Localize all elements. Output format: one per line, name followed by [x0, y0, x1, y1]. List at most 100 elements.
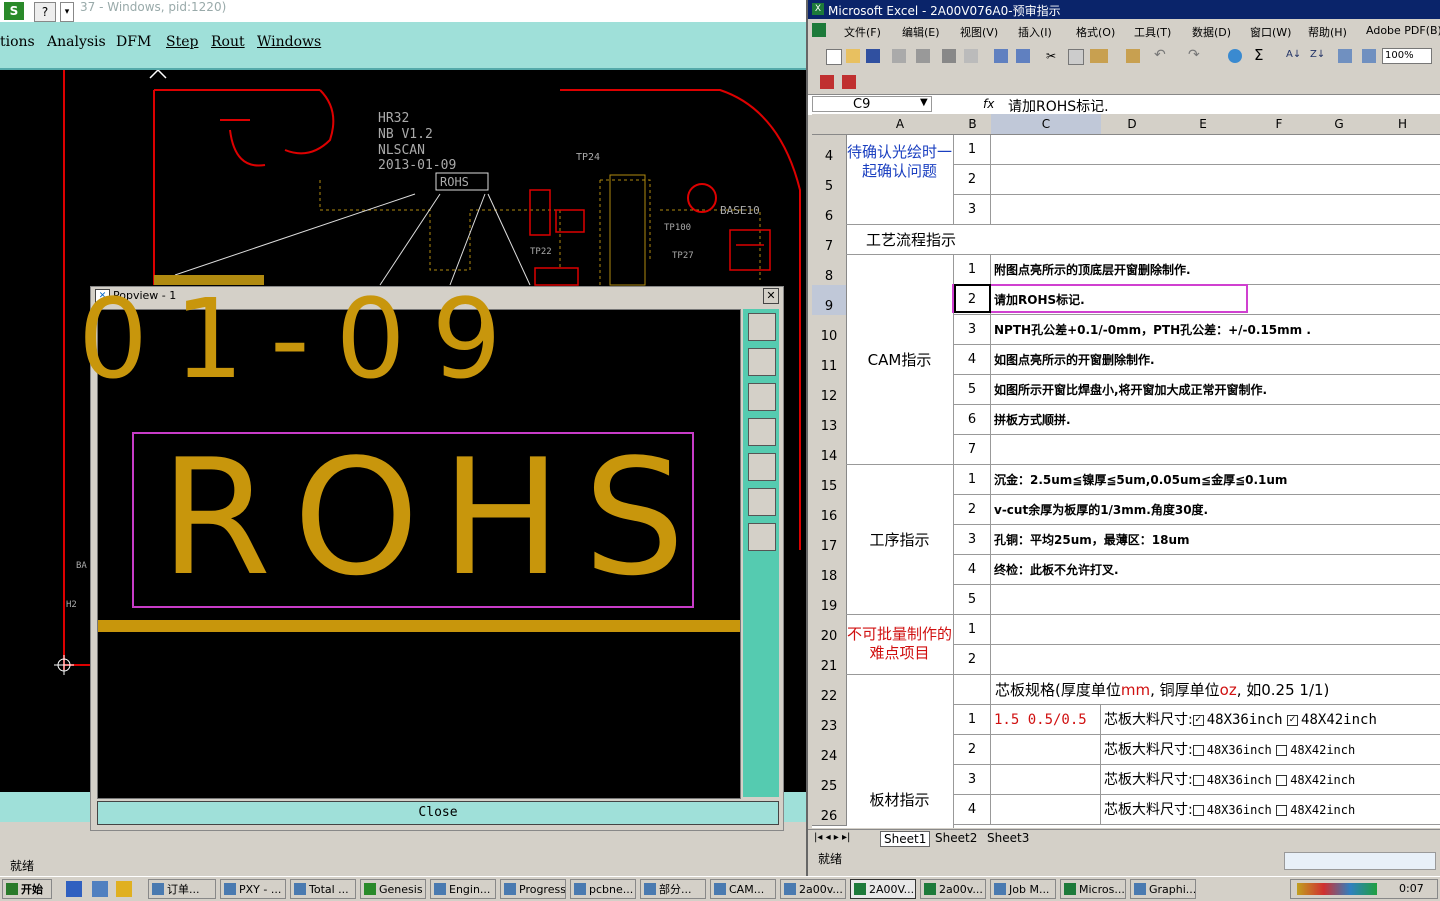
ime-toolbar[interactable] — [1284, 852, 1436, 870]
popview-close-button[interactable]: Close — [97, 801, 779, 825]
cell-num[interactable]: 1 — [954, 465, 991, 495]
col-header-f[interactable]: F — [1243, 114, 1316, 135]
genesis-app-icon[interactable]: S — [4, 2, 24, 20]
cam-item[interactable] — [991, 435, 1440, 465]
row-header[interactable]: 9 — [812, 285, 847, 316]
row-header[interactable]: 10 — [812, 315, 847, 346]
quicklaunch-icon[interactable] — [116, 881, 132, 897]
row-header[interactable]: 24 — [812, 735, 847, 766]
col-header-c[interactable]: C — [991, 114, 1102, 135]
taskbar-item[interactable]: Job M... — [990, 879, 1056, 899]
menu-format[interactable]: 格式(O) — [1076, 24, 1115, 40]
menu-file[interactable]: 文件(F) — [844, 24, 881, 40]
col-header-h[interactable]: H — [1363, 114, 1440, 135]
tab-sheet3[interactable]: Sheet3 — [984, 831, 1032, 845]
core-spec-header[interactable]: 芯板规格(厚度单位mm, 铜厚单位oz, 如0.25 1/1) — [991, 675, 1440, 705]
format-painter-icon[interactable] — [1126, 49, 1140, 63]
cell-num[interactable]: 2 — [954, 735, 991, 765]
pan-left-icon[interactable] — [748, 418, 776, 446]
cam-item[interactable]: 附图点亮所示的顶底层开窗删除制作. — [991, 255, 1440, 285]
excel-doc-icon[interactable] — [812, 23, 826, 37]
cell[interactable] — [991, 165, 1440, 195]
help-icon[interactable]: ? — [34, 2, 56, 22]
taskbar-item[interactable]: Engin... — [430, 879, 496, 899]
cell-num[interactable]: 2 — [954, 165, 991, 195]
tray-icons[interactable] — [1297, 883, 1377, 895]
taskbar-item[interactable]: Total ... — [290, 879, 356, 899]
cell-num[interactable]: 4 — [954, 345, 991, 375]
col-header-e[interactable]: E — [1163, 114, 1244, 135]
section-process[interactable]: 工艺流程指示 — [846, 225, 1440, 255]
close-icon[interactable]: ✕ — [763, 288, 779, 304]
excel-titlebar[interactable]: X Microsoft Excel - 2A00V076A0-预审指示 — [808, 0, 1440, 19]
section-cam[interactable]: CAM指示 — [846, 255, 954, 465]
sort-descending-icon[interactable]: Z↓ — [1310, 49, 1325, 63]
menu-item-options[interactable]: tions — [0, 34, 35, 50]
menu-item-windows[interactable]: Windows — [257, 34, 321, 50]
core-size-row[interactable]: 芯板大料尺寸: 48X36inch 48X42inch — [1101, 735, 1440, 765]
row-header[interactable]: 5 — [812, 165, 847, 196]
core-size-row[interactable]: 芯板大料尺寸: ✓ 48X36inch ✓ 48X42inch — [1101, 705, 1440, 735]
procedure-item[interactable]: v-cut余厚为板厚的1/3mm.角度30度. — [991, 495, 1440, 525]
zoom-box[interactable]: 100% — [1382, 48, 1432, 64]
col-header-d[interactable]: D — [1101, 114, 1164, 135]
row-header[interactable]: 16 — [812, 495, 847, 526]
row-header[interactable]: 4 — [812, 135, 847, 166]
sort-ascending-icon[interactable]: A↓ — [1286, 49, 1301, 63]
spelling-icon[interactable] — [994, 49, 1008, 63]
outlook-icon[interactable] — [92, 881, 108, 897]
cell[interactable] — [991, 795, 1101, 825]
cell-num[interactable]: 4 — [954, 795, 991, 825]
section-procedure[interactable]: 工序指示 — [846, 465, 954, 615]
cell-num[interactable]: 2 — [954, 495, 991, 525]
cell[interactable] — [954, 675, 991, 705]
col-header-g[interactable]: G — [1315, 114, 1364, 135]
autosum-icon[interactable]: Σ — [1254, 46, 1263, 64]
chevron-down-icon[interactable]: ▾ — [60, 2, 74, 22]
row-header[interactable]: 19 — [812, 585, 847, 616]
checkbox-48x42[interactable] — [1276, 744, 1288, 756]
cam-item[interactable]: 如图所示开窗比焊盘小,将开窗加大成正常开窗制作. — [991, 375, 1440, 405]
taskbar-item[interactable]: pcbne... — [570, 879, 636, 899]
row-header[interactable]: 22 — [812, 675, 847, 706]
taskbar-item[interactable]: Progress — [500, 879, 566, 899]
hyperlink-icon[interactable] — [1228, 49, 1242, 63]
pan-up-icon[interactable] — [748, 348, 776, 376]
col-header-b[interactable]: B — [954, 114, 992, 135]
menu-view[interactable]: 视图(V) — [960, 24, 998, 40]
tab-sheet1[interactable]: Sheet1 — [880, 831, 931, 847]
cam-item[interactable]: 拼板方式顺拼. — [991, 405, 1440, 435]
checkbox-48x42[interactable] — [1276, 774, 1288, 786]
redo-icon[interactable]: ↷ — [1188, 47, 1200, 63]
print-icon[interactable] — [942, 49, 956, 63]
taskbar-item[interactable]: 2a00v... — [920, 879, 986, 899]
taskbar-item[interactable]: 订单... — [148, 879, 216, 899]
menu-item-analysis[interactable]: Analysis — [47, 34, 106, 50]
core-size-row[interactable]: 芯板大料尺寸: 48X36inch 48X42inch — [1101, 795, 1440, 825]
section-board[interactable]: 板材指示 — [846, 675, 954, 828]
cell[interactable] — [991, 765, 1101, 795]
cell-num[interactable]: 1 — [954, 255, 991, 285]
menu-tools[interactable]: 工具(T) — [1134, 24, 1171, 40]
chevron-down-icon[interactable]: ▼ — [920, 97, 928, 108]
cam-item[interactable]: 如图点亮所示的开窗删除制作. — [991, 345, 1440, 375]
procedure-item[interactable]: 沉金：2.5um≦镍厚≦5um,0.05um≦金厚≦0.1um — [991, 465, 1440, 495]
taskbar-item[interactable]: CAM... — [710, 879, 776, 899]
menu-insert[interactable]: 插入(I) — [1018, 24, 1052, 40]
permission-icon[interactable] — [892, 49, 906, 63]
cell[interactable] — [991, 645, 1440, 675]
checkbox-48x42[interactable] — [1276, 804, 1288, 816]
cell[interactable] — [991, 135, 1440, 165]
row-header[interactable]: 18 — [812, 555, 847, 586]
core-size-row[interactable]: 芯板大料尺寸: 48X36inch 48X42inch — [1101, 765, 1440, 795]
pdf-convert-icon[interactable] — [820, 75, 834, 89]
cell-num[interactable]: 2 — [954, 645, 991, 675]
pan-down-icon[interactable] — [748, 383, 776, 411]
cell[interactable] — [991, 195, 1440, 225]
cell-num[interactable]: 3 — [954, 195, 991, 225]
section-confirm[interactable]: 待确认光绘时一起确认问题 — [846, 135, 954, 225]
checkbox-48x36[interactable] — [1192, 804, 1204, 816]
copy-icon[interactable] — [1068, 49, 1084, 65]
cell-num[interactable]: 1 — [954, 705, 991, 735]
row-header[interactable]: 25 — [812, 765, 847, 796]
